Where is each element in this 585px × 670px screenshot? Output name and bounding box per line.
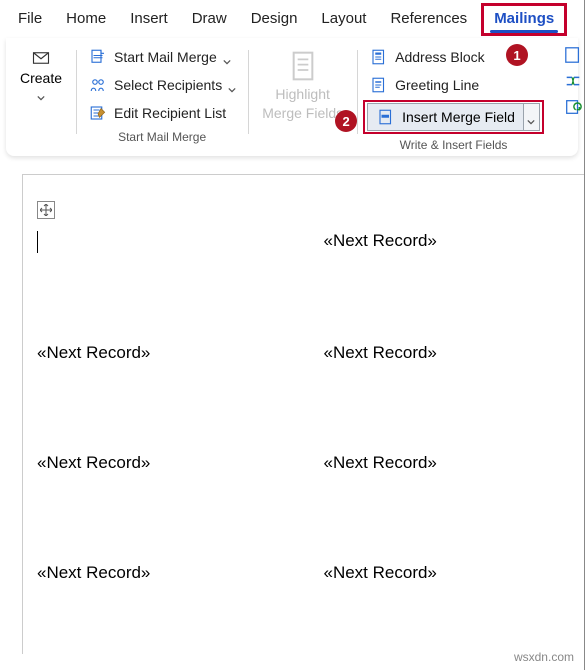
- insert-merge-field-button[interactable]: Insert Merge Field: [368, 104, 523, 130]
- label-cell-7[interactable]: «Next Record»: [37, 563, 284, 583]
- rules-icon[interactable]: [564, 46, 582, 64]
- ribbon: Create Start Mail Merge Select Recipient…: [6, 38, 578, 156]
- highlight-label-2: Merge Fields: [262, 105, 343, 122]
- create-button[interactable]: Create: [12, 44, 70, 101]
- highlight-label-1: Highlight: [275, 86, 329, 103]
- callout-badge-2: 2: [335, 110, 357, 132]
- label-cell-8[interactable]: «Next Record»: [324, 563, 571, 583]
- group-write-label: Write & Insert Fields: [400, 134, 508, 152]
- envelope-icon: [31, 48, 51, 68]
- tab-file[interactable]: File: [8, 6, 52, 33]
- document-area: «Next Record» «Next Record» «Next Record…: [0, 174, 584, 654]
- chevron-down-icon: [223, 53, 231, 61]
- start-mail-merge-label: Start Mail Merge: [114, 49, 217, 65]
- highlight-doc-icon: [285, 48, 321, 84]
- address-block-label: Address Block: [395, 49, 484, 65]
- label-cell-4[interactable]: «Next Record»: [324, 343, 571, 363]
- insert-field-icon: [376, 107, 396, 127]
- chevron-down-icon: [37, 89, 45, 97]
- chevron-down-icon: [228, 81, 236, 89]
- tab-layout[interactable]: Layout: [311, 6, 376, 33]
- table-move-handle[interactable]: [37, 201, 55, 219]
- greeting-line-label: Greeting Line: [395, 77, 479, 93]
- select-recipients-button[interactable]: Select Recipients: [82, 72, 242, 98]
- group-highlight: Highlight Merge Fields: [248, 42, 357, 156]
- insert-merge-field-highlight: Insert Merge Field: [363, 100, 544, 134]
- label-cell-5[interactable]: «Next Record»: [37, 453, 284, 473]
- edit-recipient-list-button[interactable]: Edit Recipient List: [82, 100, 242, 126]
- label-cell-3[interactable]: «Next Record»: [37, 343, 284, 363]
- edit-list-icon: [88, 103, 108, 123]
- label-cell-1[interactable]: [37, 231, 284, 253]
- tab-mailings[interactable]: Mailings: [481, 3, 567, 36]
- start-mail-merge-button[interactable]: Start Mail Merge: [82, 44, 242, 70]
- update-labels-icon[interactable]: [564, 98, 582, 116]
- watermark: wsxdn.com: [514, 650, 574, 664]
- tab-home[interactable]: Home: [56, 6, 116, 33]
- edit-recipient-list-label: Edit Recipient List: [114, 105, 226, 121]
- document-page[interactable]: «Next Record» «Next Record» «Next Record…: [22, 174, 584, 654]
- label-cell-6[interactable]: «Next Record»: [324, 453, 571, 473]
- tab-design[interactable]: Design: [241, 6, 308, 33]
- label-grid: «Next Record» «Next Record» «Next Record…: [37, 231, 570, 583]
- callout-badge-1: 1: [506, 44, 528, 66]
- side-icons: [564, 46, 582, 116]
- label-cell-2[interactable]: «Next Record»: [324, 231, 571, 253]
- select-recipients-label: Select Recipients: [114, 77, 222, 93]
- match-fields-icon[interactable]: [564, 72, 582, 90]
- greeting-line-button[interactable]: Greeting Line: [363, 72, 544, 98]
- tab-insert[interactable]: Insert: [120, 6, 178, 33]
- insert-merge-field-dropdown[interactable]: [523, 104, 539, 130]
- chevron-down-icon: [527, 113, 535, 121]
- doc-merge-icon: [88, 47, 108, 67]
- tab-row: File Home Insert Draw Design Layout Refe…: [0, 0, 584, 36]
- tab-draw[interactable]: Draw: [182, 6, 237, 33]
- recipients-icon: [88, 75, 108, 95]
- group-start-mail-merge: Start Mail Merge Select Recipients Edit …: [76, 42, 248, 156]
- insert-merge-field-label: Insert Merge Field: [402, 109, 515, 125]
- tab-references[interactable]: References: [380, 6, 477, 33]
- create-label: Create: [20, 70, 62, 87]
- greeting-line-icon: [369, 75, 389, 95]
- group-start-label: Start Mail Merge: [118, 126, 206, 144]
- group-write-insert: Address Block Greeting Line Insert Merge…: [357, 42, 550, 156]
- group-create: Create: [6, 42, 76, 156]
- address-block-icon: [369, 47, 389, 67]
